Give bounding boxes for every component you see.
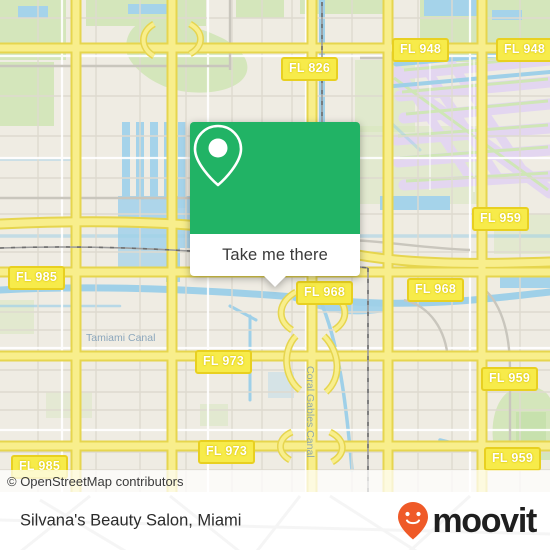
take-me-there-label: Take me there [222,245,328,264]
moovit-wordmark: moovit [432,502,537,540]
map-pin-icon [193,124,243,187]
road-shield: FL 973 [198,440,256,464]
take-me-there-button[interactable]: Take me there [190,234,360,287]
water-label-tamiami-canal: Tamiami Canal [86,332,156,344]
road-shield-label: FL 968 [304,285,346,299]
road-shield: FL 948 [392,38,450,62]
road-shield-label: FL 985 [16,270,58,284]
road-shield-label: FL 948 [504,42,546,56]
moovit-logo[interactable]: moovit [396,501,537,541]
road-shield: FL 826 [281,57,339,81]
road-shield: FL 968 [407,278,465,302]
map-canvas[interactable]: FL 948 FL 948 FL 826 FL 959 FL 985 FL 96… [0,0,550,492]
road-shield-label: FL 959 [492,451,534,465]
road-shield: FL 959 [484,447,542,471]
road-shield: FL 968 [296,281,354,305]
road-shield-label: FL 948 [400,42,442,56]
road-shield: FL 959 [472,207,530,231]
place-popup-card[interactable]: Take me there [190,122,360,287]
popup-image-area [190,122,360,234]
bottom-info-bar: Silvana's Beauty Salon, Miami moovit [0,492,550,550]
popup-pointer-tip [264,276,286,287]
road-shield-label: FL 959 [489,371,531,385]
road-shield-label: FL 826 [289,61,331,75]
screenshot-root: FL 948 FL 948 FL 826 FL 959 FL 985 FL 96… [0,0,550,550]
water-label-coral-gables-canal: Coral Gables Canal [304,366,316,458]
place-title: Silvana's Beauty Salon, Miami [20,511,242,530]
road-shield-label: FL 973 [206,444,248,458]
road-shield: FL 985 [8,266,66,290]
road-shield-label: FL 959 [480,211,522,225]
osm-attribution: © OpenStreetMap contributors [7,474,184,489]
road-shield: FL 948 [496,38,550,62]
road-shield-label: FL 968 [415,282,457,296]
road-shield: FL 959 [481,367,539,391]
road-shield-label: FL 973 [203,354,245,368]
moovit-smiley-pin-icon [398,502,429,540]
road-shield: FL 973 [195,350,253,374]
map-attribution-bar: © OpenStreetMap contributors [0,470,550,492]
